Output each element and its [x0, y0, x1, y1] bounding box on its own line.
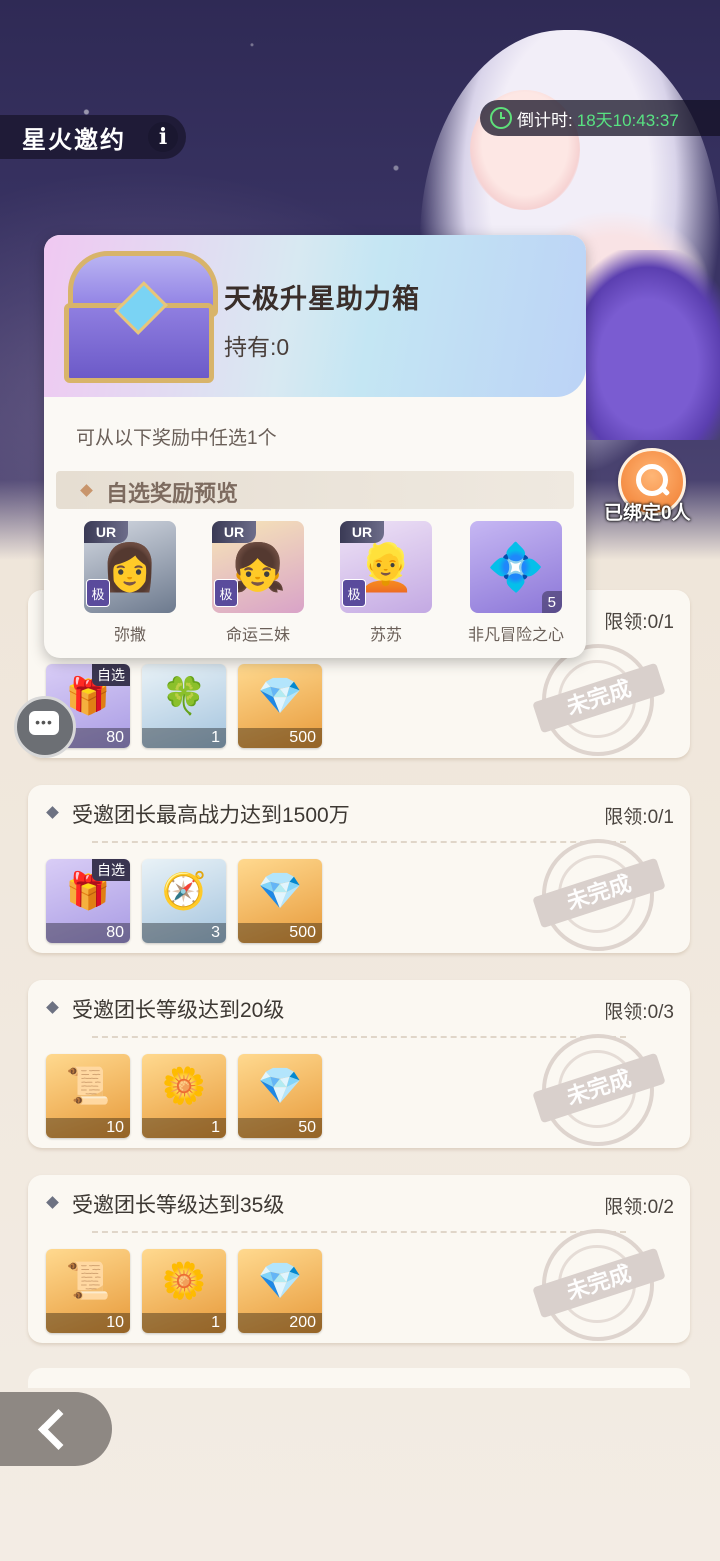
countdown-value: 18天10:43:37 — [576, 110, 679, 130]
item-qty: 500 — [238, 728, 322, 748]
diamond-bullet-icon — [80, 484, 93, 497]
incomplete-stamp: 未完成 — [532, 1034, 666, 1146]
task-limit: 限领:0/3 — [604, 1002, 674, 1023]
reward-item-gem[interactable]: 💎 500 — [238, 859, 322, 943]
task-title: 受邀团长最高战力达到1500万 — [72, 804, 350, 827]
divider — [92, 1036, 626, 1038]
bound-count-label: 已绑定0人 — [604, 503, 691, 524]
item-qty: 200 — [238, 1313, 322, 1333]
rarity-tag: UR — [84, 521, 128, 543]
reward-name: 非凡冒险之心 — [467, 627, 564, 644]
scroll-icon: 📜 — [65, 1260, 111, 1301]
item-qty: 3 — [142, 923, 226, 943]
incomplete-stamp: 未完成 — [532, 839, 666, 951]
reward-item-flower[interactable]: 🌼 1 — [142, 1249, 226, 1333]
task-card-4: 受邀团长等级达到35级 限领:0/2 📜 10 🌼 1 💎 200 未完成 — [28, 1175, 690, 1343]
tier-tag: 极 — [86, 579, 110, 607]
reward-card-3[interactable]: 👱 UR 极 — [340, 521, 432, 613]
reward-name: 命运三妹 — [225, 627, 290, 644]
reward-card-2[interactable]: 👧 UR 极 — [212, 521, 304, 613]
diamond-bullet-icon — [46, 806, 59, 819]
countdown-label: 倒计时: — [517, 110, 573, 130]
treasure-chest-icon — [64, 251, 218, 383]
reward-item-gem[interactable]: 💎 50 — [238, 1054, 322, 1138]
stamp-text: 未完成 — [532, 857, 666, 929]
tier-tag: 极 — [342, 579, 366, 607]
preview-header: 自选奖励预览 — [56, 471, 574, 509]
preview-title: 自选奖励预览 — [106, 481, 239, 506]
back-button[interactable] — [0, 1392, 112, 1466]
task-title: 受邀团长等级达到35级 — [72, 1194, 285, 1217]
diamond-bullet-icon — [46, 1001, 59, 1014]
info-icon[interactable]: i — [148, 122, 178, 152]
stamp-text: 未完成 — [532, 1052, 666, 1124]
stamp-text: 未完成 — [532, 662, 666, 734]
task-card-3: 受邀团长等级达到20级 限领:0/3 📜 10 🌼 1 💎 50 未完成 — [28, 980, 690, 1148]
item-qty: 1 — [142, 1118, 226, 1138]
reward-item-compass[interactable]: 🧭 3 — [142, 859, 226, 943]
chest-detail-popup[interactable]: 天极升星助力箱 持有:0 可从以下奖励中任选1个 自选奖励预览 👩 UR 极 弥… — [44, 235, 586, 658]
diamond-bullet-icon — [46, 1196, 59, 1209]
item-qty: 80 — [46, 923, 130, 943]
rarity-tag: UR — [340, 521, 384, 543]
item-qty: 50 — [238, 1118, 322, 1138]
reward-name: 弥撒 — [113, 627, 146, 644]
page-title: 星火邀约 — [22, 126, 126, 154]
gem-icon: 💎 — [257, 1065, 303, 1106]
rarity-tag: UR — [212, 521, 256, 543]
held-count: 持有:0 — [224, 334, 290, 360]
gem-icon: 💎 — [257, 1260, 303, 1301]
task-limit: 限领:0/2 — [604, 1197, 674, 1218]
reward-item-chest[interactable]: 🎁 自选 80 — [46, 859, 130, 943]
clover-icon: 🍀 — [161, 675, 207, 716]
reward-card-4[interactable]: 💠 5 — [470, 521, 562, 613]
reward-item-gem[interactable]: 💎 200 — [238, 1249, 322, 1333]
gem-icon: 💎 — [257, 870, 303, 911]
task-card-5-partial — [28, 1368, 690, 1388]
reward-item-clover[interactable]: 🍀 1 — [142, 664, 226, 748]
item-qty: 10 — [46, 1313, 130, 1333]
item-qty: 5 — [541, 591, 562, 613]
select-tag: 自选 — [92, 664, 130, 686]
event-title-bar: 星火邀约 i — [0, 115, 186, 159]
task-title: 受邀团长等级达到20级 — [72, 999, 285, 1022]
popup-title: 天极升星助力箱 — [224, 284, 420, 314]
chat-icon[interactable] — [14, 696, 76, 758]
dandelion-icon: 🌼 — [161, 1260, 207, 1301]
divider — [92, 841, 626, 843]
gem-icon: 💎 — [257, 675, 303, 716]
reward-name: 苏苏 — [369, 627, 402, 644]
item-qty: 10 — [46, 1118, 130, 1138]
countdown-timer: 倒计时: 18天10:43:37 — [480, 100, 720, 136]
item-qty: 1 — [142, 1313, 226, 1333]
reward-item-flower[interactable]: 🌼 1 — [142, 1054, 226, 1138]
tier-tag: 极 — [214, 579, 238, 607]
scroll-icon: 📜 — [65, 1065, 111, 1106]
reward-card-1[interactable]: 👩 UR 极 — [84, 521, 176, 613]
reward-item-scroll[interactable]: 📜 10 — [46, 1249, 130, 1333]
reward-item-gem[interactable]: 💎 500 — [238, 664, 322, 748]
stamp-text: 未完成 — [532, 1247, 666, 1319]
task-card-2: 受邀团长最高战力达到1500万 限领:0/1 🎁 自选 80 🧭 3 💎 500… — [28, 785, 690, 953]
task-limit: 限领:0/1 — [604, 807, 674, 828]
clock-icon — [490, 107, 512, 129]
select-tag: 自选 — [92, 859, 130, 881]
divider — [92, 1231, 626, 1233]
compass-icon: 🧭 — [161, 870, 207, 911]
incomplete-stamp: 未完成 — [532, 1229, 666, 1341]
dandelion-icon: 🌼 — [161, 1065, 207, 1106]
popup-subtitle: 可从以下奖励中任选1个 — [76, 428, 277, 449]
item-qty: 1 — [142, 728, 226, 748]
task-limit: 限领:0/1 — [604, 612, 674, 633]
item-qty: 500 — [238, 923, 322, 943]
incomplete-stamp: 未完成 — [532, 644, 666, 756]
reward-item-scroll[interactable]: 📜 10 — [46, 1054, 130, 1138]
